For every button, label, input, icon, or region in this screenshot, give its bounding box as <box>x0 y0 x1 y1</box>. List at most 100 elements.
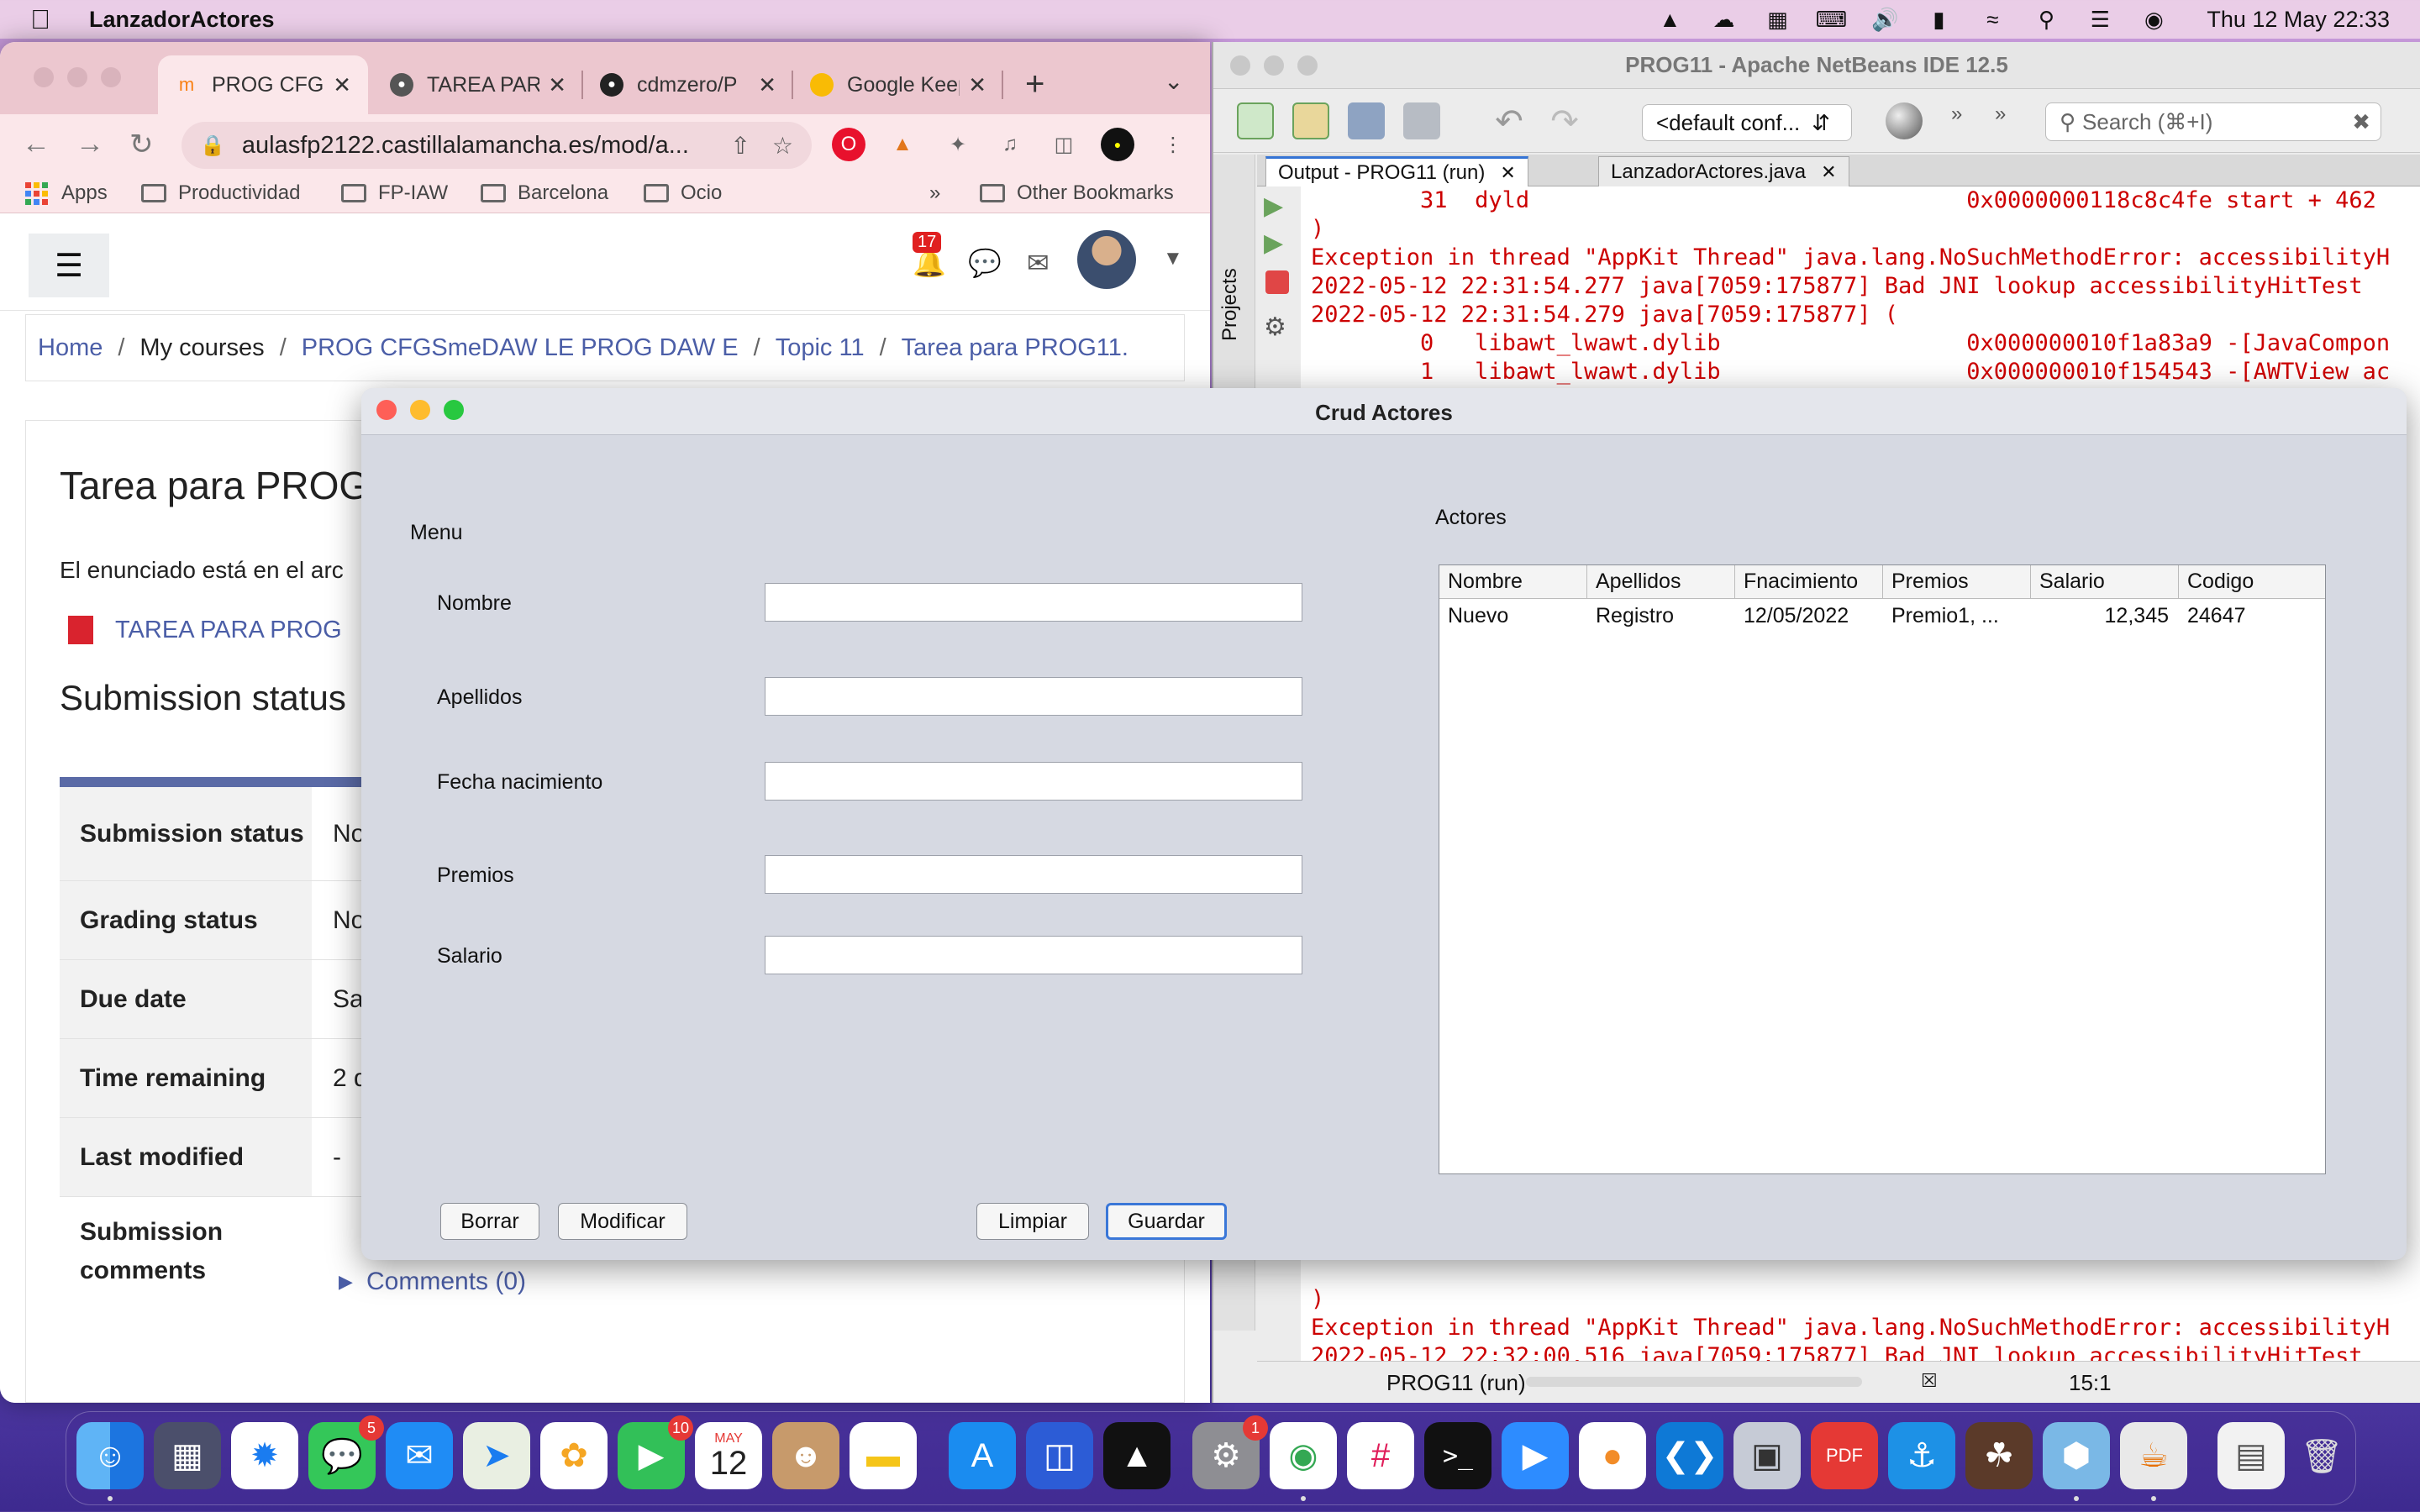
toolbar-overflow-icon[interactable]: » <box>1951 102 1988 139</box>
close-window-button[interactable] <box>34 67 54 87</box>
pdf-app-icon[interactable]: PDF <box>1811 1422 1878 1489</box>
window-layout-icon[interactable]: ▦ <box>1763 7 1791 32</box>
save-all-icon[interactable] <box>1403 102 1440 139</box>
browser-globe-icon[interactable] <box>1886 102 1923 139</box>
launchpad-icon[interactable]: ▦ <box>154 1422 221 1489</box>
configuration-select[interactable]: <default conf... ⇵ <box>1642 104 1852 141</box>
running-task[interactable]: PROG11 (run) <box>1386 1370 1526 1396</box>
column-header[interactable]: Codigo <box>2179 565 2325 598</box>
address-bar[interactable]: 🔒 aulasfp2122.castillalamancha.es/mod/a.… <box>182 122 812 169</box>
column-header[interactable]: Nombre <box>1439 565 1587 598</box>
hamburger-menu-icon[interactable]: ☰ <box>29 234 109 297</box>
facetime-icon[interactable]: ▶ 10 <box>618 1415 693 1489</box>
browser-tab-4[interactable]: Google Keep ✕ <box>793 55 1003 114</box>
reload-icon[interactable]: ↻ <box>129 128 154 161</box>
bookmark-folder[interactable]: Ocio <box>644 181 722 205</box>
column-header[interactable]: Fnacimiento <box>1735 565 1883 598</box>
preview-icon[interactable]: ▣ <box>1733 1422 1801 1489</box>
bookmark-apps[interactable]: Apps <box>25 181 108 205</box>
menubar-app-name[interactable]: LanzadorActores <box>89 7 275 33</box>
browser-tab-2[interactable]: ● TAREA PARA ✕ <box>373 55 583 114</box>
zoom-window-button[interactable] <box>101 67 121 87</box>
tab-search-icon[interactable]: ⌄ <box>1164 67 1183 95</box>
salario-field[interactable] <box>765 936 1302 974</box>
rerun-icon[interactable]: ▶ <box>1264 192 1283 221</box>
guardar-button[interactable]: Guardar <box>1106 1203 1227 1240</box>
breadcrumb-home[interactable]: Home <box>38 334 103 362</box>
documents-stack-icon[interactable]: ▤ <box>2217 1422 2285 1489</box>
close-tab-icon[interactable]: ✕ <box>333 72 351 98</box>
trash-icon[interactable]: 🗑 <box>2288 1422 2355 1489</box>
bookmark-folder[interactable]: FP-IAW <box>341 181 448 205</box>
apple-icon[interactable]:  <box>30 4 55 35</box>
forward-icon[interactable]: → <box>76 128 104 160</box>
cancel-task-icon[interactable]: ☒ <box>1921 1370 1938 1392</box>
vpn-icon[interactable]: ▲ <box>1655 7 1684 32</box>
keyboard-icon[interactable]: ⌨ <box>1816 7 1848 32</box>
toolbar-overflow-icon[interactable]: » <box>1995 102 2032 139</box>
attachment-link[interactable]: TAREA PARA PROG <box>68 616 342 644</box>
terminal-icon[interactable]: >_ <box>1424 1422 1491 1489</box>
app-store-icon[interactable]: A <box>949 1422 1016 1489</box>
new-tab-button[interactable]: + <box>1025 66 1044 103</box>
slack-icon[interactable]: # <box>1347 1422 1414 1489</box>
clear-search-icon[interactable]: ✖ <box>2352 109 2370 135</box>
close-tab-icon[interactable]: ✕ <box>968 72 986 98</box>
apellidos-field[interactable] <box>765 677 1302 716</box>
actors-table[interactable]: Nombre Apellidos Fnacimiento Premios Sal… <box>1439 564 2326 1174</box>
column-header[interactable]: Premios <box>1883 565 2031 598</box>
tab-output[interactable]: Output - PROG11 (run) ✕ <box>1265 156 1528 186</box>
projects-tab[interactable]: Projects <box>1218 257 1242 341</box>
safari-icon[interactable]: ✹ <box>231 1422 298 1489</box>
chevron-right-icon[interactable]: ▶ <box>339 1271 353 1293</box>
close-tab-icon[interactable]: ✕ <box>1500 162 1515 184</box>
bookmark-folder[interactable]: Barcelona <box>481 181 608 205</box>
mail-icon[interactable]: ✉ <box>386 1422 453 1489</box>
extensions-icon[interactable]: ✦ <box>941 128 975 161</box>
spotlight-icon[interactable]: ⚲ <box>2032 7 2060 32</box>
minimize-window-button[interactable] <box>67 67 87 87</box>
premios-field[interactable] <box>765 855 1302 894</box>
share-icon[interactable]: ⇧ <box>730 132 750 160</box>
docker-icon[interactable]: ⚓ <box>1888 1422 1955 1489</box>
ide-search-input[interactable]: ⚲ Search (⌘+I) ✖ <box>2045 102 2381 141</box>
nombre-field[interactable] <box>765 583 1302 622</box>
stop-icon[interactable] <box>1265 270 1289 294</box>
back-icon[interactable]: ← <box>22 128 50 160</box>
column-header[interactable]: Salario <box>2031 565 2179 598</box>
java-icon[interactable]: ☕ <box>2120 1422 2187 1489</box>
lock-icon[interactable]: 🔒 <box>200 134 225 158</box>
openvpn-icon[interactable]: ● <box>1579 1422 1646 1489</box>
breadcrumb-topic[interactable]: Topic 11 <box>776 334 865 362</box>
maps-icon[interactable]: ➤ <box>463 1422 530 1489</box>
control-center-icon[interactable]: ☰ <box>2086 7 2114 32</box>
volume-icon[interactable]: 🔊 <box>1870 7 1899 32</box>
parallels-icon[interactable]: ◫ <box>1026 1422 1093 1489</box>
weather-icon[interactable]: ☁ <box>1709 7 1738 32</box>
bookmark-star-icon[interactable]: ☆ <box>772 132 793 160</box>
table-row[interactable]: Nuevo Registro 12/05/2022 Premio1, ... 1… <box>1439 599 2325 633</box>
chrome-icon[interactable]: ◉ <box>1270 1422 1337 1489</box>
system-preferences-icon[interactable]: ⚙ 1 <box>1192 1415 1268 1489</box>
bookmark-folder[interactable]: Productividad <box>141 181 300 205</box>
menubar-clock[interactable]: Thu 12 May 22:33 <box>2207 7 2390 33</box>
bookmarks-overflow[interactable]: » <box>929 181 940 205</box>
limpiar-button[interactable]: Limpiar <box>976 1203 1089 1240</box>
undo-icon[interactable]: ↶ <box>1491 102 1528 140</box>
new-file-icon[interactable] <box>1237 102 1274 139</box>
siri-icon[interactable]: ◉ <box>2139 7 2168 32</box>
wifi-icon[interactable]: ≈ <box>1978 7 2007 32</box>
modificar-button[interactable]: Modificar <box>558 1203 687 1240</box>
new-project-icon[interactable] <box>1292 102 1329 139</box>
redo-icon[interactable]: ↷ <box>1546 102 1583 140</box>
browser-tab-3[interactable]: ● cdmzero/P ✕ <box>583 55 793 114</box>
profile-icon[interactable]: ● <box>1101 128 1134 161</box>
finder-icon[interactable]: ☺ <box>76 1422 144 1489</box>
chat-icon[interactable]: 💬 <box>968 247 1002 279</box>
messages-icon[interactable]: 💬 5 <box>308 1415 384 1489</box>
breadcrumb-course[interactable]: PROG CFGSmeDAW LE PROG DAW E <box>302 334 739 362</box>
nordvpn-icon[interactable]: ▲ <box>1103 1422 1171 1489</box>
zoom-icon[interactable]: ▶ <box>1502 1422 1569 1489</box>
close-tab-icon[interactable]: ✕ <box>758 72 776 98</box>
vscode-icon[interactable]: ❮❯ <box>1656 1422 1723 1489</box>
